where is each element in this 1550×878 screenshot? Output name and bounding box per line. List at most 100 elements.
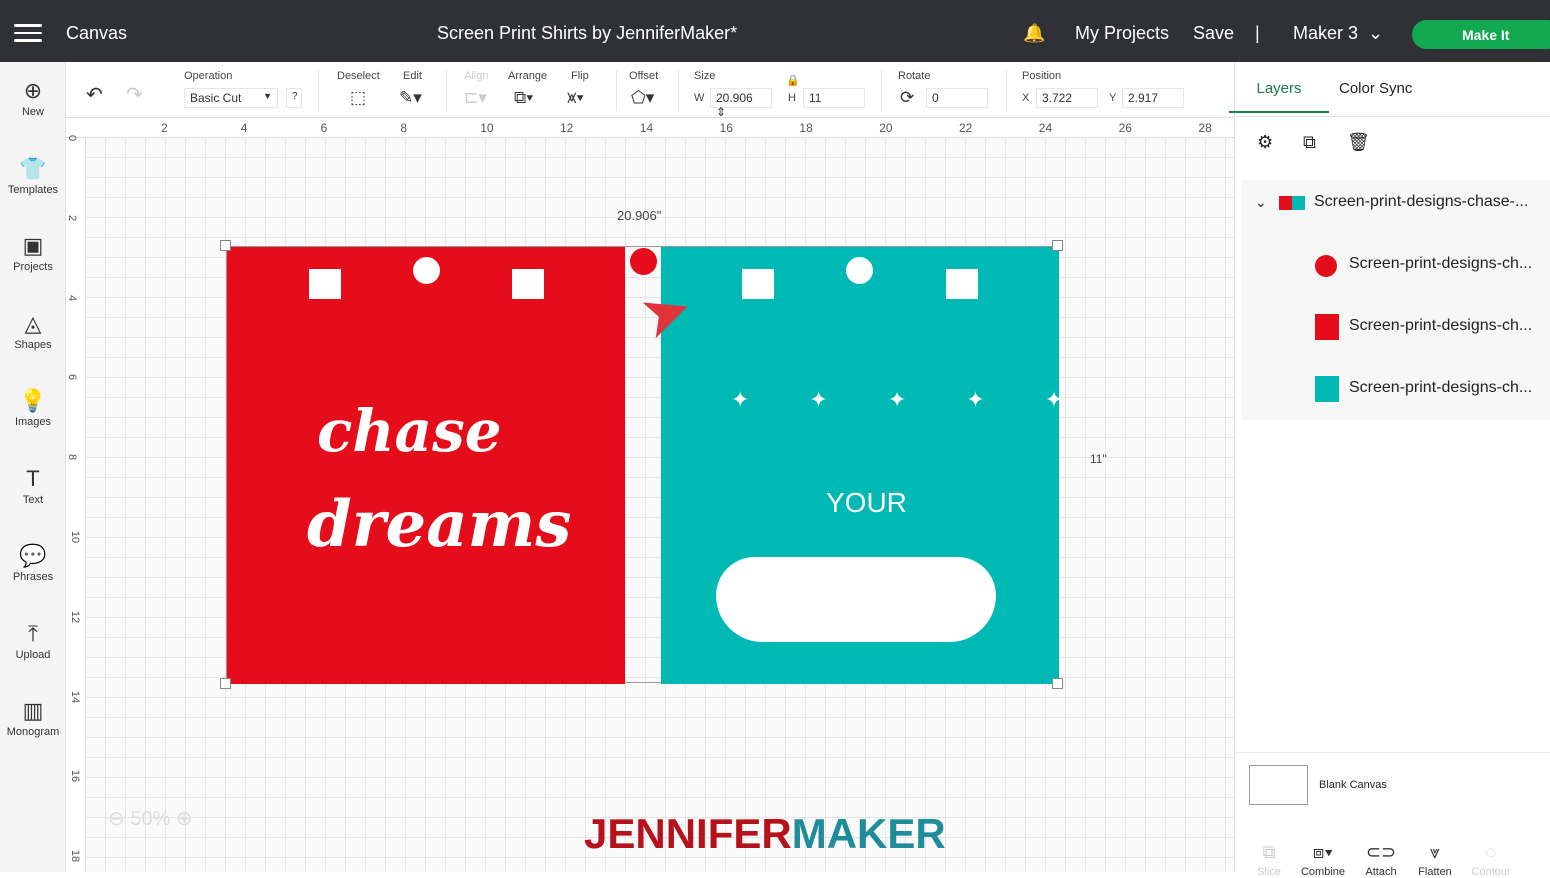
help-button[interactable]: ? — [286, 88, 302, 108]
registration-square — [742, 269, 774, 299]
divider — [678, 70, 679, 110]
sidebar-item-phrases[interactable]: 💬 Phrases — [0, 541, 66, 583]
red-circle-mark[interactable] — [630, 248, 657, 275]
sidebar-item-upload[interactable]: ⤒ Upload — [0, 619, 66, 661]
combine-button[interactable]: ⧈▾ Combine — [1293, 842, 1353, 878]
zoom-control[interactable]: ⊖ 50% ⊕ — [108, 806, 193, 831]
sparkles-icon: ✦✦✦✦✦ — [731, 387, 1124, 412]
save-button[interactable]: Save — [1193, 23, 1234, 44]
redo-icon[interactable]: ↷ — [126, 82, 143, 107]
chevron-down-icon[interactable]: ⌄ — [1368, 23, 1383, 44]
attach-button[interactable]: ⊂⊃ Attach — [1351, 842, 1411, 878]
height-value: 11 — [809, 91, 822, 105]
flatten-button[interactable]: ⩔ Flatten — [1405, 842, 1465, 878]
monogram-icon: ▥ — [22, 698, 44, 723]
operation-select[interactable]: Basic Cut ▼ — [184, 88, 278, 108]
divider — [616, 70, 617, 110]
ruler-tick-label: 8 — [66, 454, 79, 461]
slice-button[interactable]: ⧉ Slice — [1239, 842, 1299, 878]
ruler-tick-label: 12 — [560, 121, 574, 135]
group-icon[interactable]: ⚙ — [1257, 132, 1273, 153]
registration-square — [512, 269, 544, 299]
teal-design[interactable]: ✦✦✦✦✦ YOUR — [661, 247, 1063, 684]
make-it-button[interactable]: Make It — [1412, 20, 1550, 49]
deselect-icon[interactable]: ⬚ — [350, 88, 366, 108]
layer-item[interactable]: Screen-print-designs-ch... — [1349, 317, 1532, 335]
size-label: Size — [694, 70, 716, 82]
sidebar-item-images[interactable]: 💡 Images — [0, 386, 66, 428]
rotate-icon[interactable]: ⟳ — [900, 88, 914, 108]
templates-icon: 👕 — [19, 155, 47, 181]
layer-item[interactable]: Screen-print-designs-ch... — [1349, 255, 1532, 273]
blank-canvas-label: Blank Canvas — [1319, 779, 1387, 791]
layer-item[interactable]: Screen-print-designs-ch... — [1349, 379, 1532, 397]
offset-icon[interactable]: ⬠▾ — [631, 88, 654, 108]
layer-thumbnail — [1315, 314, 1339, 340]
contour-button[interactable]: ◌ Contour — [1461, 842, 1521, 878]
sidebar-item-text[interactable]: T Text — [0, 464, 66, 506]
edit-toolbar: Operation Basic Cut ▼ ? Deselect ⬚ Edit ✎… — [66, 62, 1234, 119]
resize-handle[interactable] — [1052, 678, 1063, 689]
contour-icon: ◌ — [1485, 842, 1497, 862]
bell-icon[interactable]: 🔔 — [1023, 23, 1045, 44]
layer-group[interactable]: Screen-print-designs-chase-... — [1314, 193, 1528, 211]
attach-icon: ⊂⊃ — [1365, 842, 1397, 862]
sidebar-item-new[interactable]: ⊕ New — [0, 76, 66, 118]
sidebar-item-templates[interactable]: 👕 Templates — [0, 154, 66, 196]
sidebar-item-shapes[interactable]: ◬ Shapes — [0, 309, 66, 351]
ruler-tick-label: 16 — [719, 121, 733, 135]
pencil-icon[interactable]: ✎▾ — [399, 88, 422, 108]
layers-panel: Layers Color Sync ⚙ ⧉ 🗑 ⌄ Screen-print-d… — [1229, 62, 1550, 878]
resize-handle[interactable] — [220, 678, 231, 689]
delete-icon[interactable]: 🗑 — [1347, 132, 1370, 153]
slice-icon: ⧉ — [1262, 842, 1276, 862]
chase-text: chase — [317, 397, 502, 465]
divider — [1006, 70, 1007, 110]
resize-handle[interactable] — [1052, 240, 1063, 251]
tab-layers[interactable]: Layers — [1229, 80, 1329, 113]
design-canvas[interactable]: 20.906" 11" chase dreams ✦✦✦✦✦ YOUR ➤ ⊖ … — [86, 138, 1234, 872]
ruler-tick-label: 14 — [639, 121, 654, 135]
undo-icon[interactable]: ↶ — [86, 82, 103, 107]
divider — [446, 70, 447, 110]
width-input[interactable]: 20.906 ⇕ — [710, 88, 772, 119]
blank-canvas-swatch[interactable] — [1249, 765, 1308, 805]
hamburger-menu-icon[interactable] — [14, 24, 42, 42]
left-sidebar: ⊕ New 👕 Templates ▣ Projects ◬ Shapes 💡 Images T Te… — [0, 62, 66, 872]
y-input[interactable]: 2.917 — [1122, 88, 1184, 108]
sidebar-item-projects[interactable]: ▣ Projects — [0, 231, 66, 273]
arrange-icon[interactable]: ⧉▾ — [514, 88, 533, 108]
machine-select[interactable]: Maker 3 — [1293, 23, 1358, 44]
your-text: YOUR — [826, 487, 907, 518]
height-input[interactable]: 11 — [803, 88, 865, 108]
chevron-down-icon[interactable]: ⌄ — [1255, 194, 1267, 211]
tab-color-sync[interactable]: Color Sync — [1339, 80, 1412, 97]
button-label: Attach — [1365, 866, 1397, 878]
layer-thumbnail — [1315, 376, 1339, 402]
lock-icon[interactable]: 🔒 — [786, 74, 800, 87]
ruler-tick-label: 2 — [161, 121, 168, 135]
images-icon: 💡 — [19, 388, 47, 413]
x-input[interactable]: 3.722 — [1036, 88, 1098, 108]
red-design[interactable]: chase dreams — [227, 247, 625, 684]
ruler-tick-label: 16 — [69, 770, 82, 783]
flip-icon[interactable]: ⩙▾ — [567, 88, 584, 108]
registration-square — [309, 269, 341, 299]
rotate-input[interactable]: 0 — [926, 88, 988, 108]
duplicate-icon[interactable]: ⧉ — [1303, 132, 1316, 153]
ruler-tick-label: 0 — [66, 134, 79, 142]
divider: | — [1255, 23, 1260, 43]
sidebar-item-monogram[interactable]: ▥ Monogram — [0, 696, 66, 738]
height-dimension: 11" — [1090, 452, 1107, 466]
sidebar-item-label: Shapes — [14, 338, 52, 351]
resize-handle[interactable] — [220, 240, 231, 251]
app-name: Canvas — [66, 23, 128, 43]
blank-canvas-row[interactable]: Blank Canvas — [1235, 752, 1550, 810]
w-label: W — [694, 92, 705, 104]
ruler-tick-label: 6 — [320, 121, 328, 135]
button-label: Flatten — [1418, 866, 1452, 878]
align-icon[interactable]: ⊏▾ — [464, 88, 487, 108]
my-projects-link[interactable]: My Projects — [1075, 23, 1169, 44]
ruler-tick-label: 20 — [879, 121, 893, 135]
registration-square — [946, 269, 978, 299]
